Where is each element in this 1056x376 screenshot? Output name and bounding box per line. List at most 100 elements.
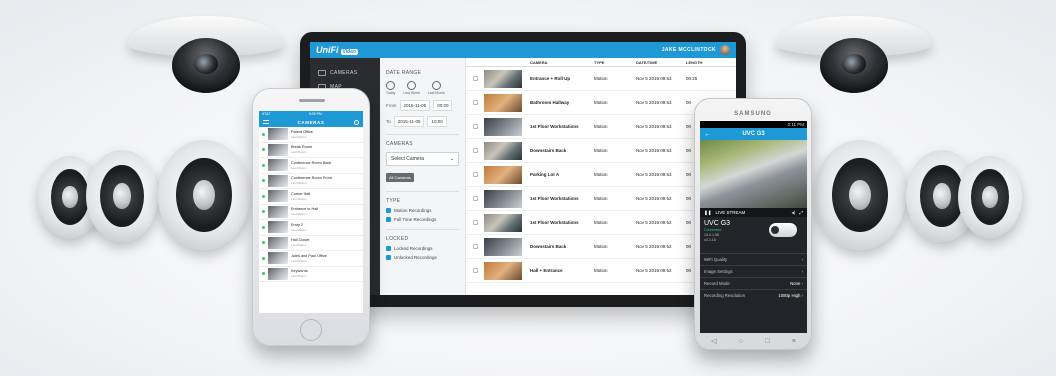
list-item[interactable]: Keywords Last Motion: [259, 267, 363, 282]
row-checkbox[interactable]: [473, 196, 478, 201]
fullscreen-icon[interactable]: ⤢: [799, 210, 803, 215]
list-item[interactable]: Corner Hall Last Motion: [259, 189, 363, 205]
quick-range-last-month[interactable]: Last Month: [428, 81, 445, 95]
settings-item[interactable]: Image Settings ›: [700, 265, 807, 277]
online-status-icon: [262, 256, 265, 260]
back-arrow-icon[interactable]: ←: [704, 131, 711, 138]
camera-thumbnail[interactable]: [268, 128, 288, 141]
camera-subtitle: Last Motion: [291, 258, 307, 263]
recording-thumbnail[interactable]: [484, 69, 522, 88]
clock-icon: [407, 81, 417, 90]
row-checkbox[interactable]: [473, 148, 478, 153]
cell-type: Motion: [594, 244, 608, 249]
row-checkbox[interactable]: [473, 172, 478, 177]
row-checkbox[interactable]: [473, 268, 478, 273]
camera-product-icon: [769, 223, 797, 237]
camera-subtitle: Last Motion: [291, 150, 307, 155]
camera-thumbnail[interactable]: [268, 252, 288, 265]
row-checkbox[interactable]: [473, 244, 478, 249]
user-menu[interactable]: JAKE MCCLINTOCK: [662, 45, 730, 55]
settings-item[interactable]: Recording Resolution 1080p High ›: [700, 289, 807, 301]
pause-icon[interactable]: ❚❚: [704, 210, 712, 216]
row-checkbox[interactable]: [473, 124, 478, 129]
gear-icon[interactable]: [354, 119, 359, 125]
recording-thumbnail[interactable]: [484, 117, 522, 136]
recording-thumbnail[interactable]: [484, 93, 522, 112]
checkbox-full-time-recordings[interactable]: Full Time Recordings: [386, 217, 459, 222]
menu-icon[interactable]: ≡: [792, 338, 796, 345]
camera-name: Hall Closet: [291, 238, 310, 243]
camera-thumbnail[interactable]: [268, 221, 288, 234]
row-checkbox[interactable]: [473, 76, 478, 81]
settings-item[interactable]: WiFi Quality ›: [700, 253, 807, 265]
app-header: UniFi Video JAKE MCCLINTOCK: [310, 42, 736, 58]
list-item[interactable]: Entrance to Hall Last Motion: [259, 205, 363, 220]
list-item[interactable]: Hall Closet Last Motion: [259, 236, 363, 251]
table-row[interactable]: Entrance + Roll Up Motion Nov 5 2015 09:53…: [466, 67, 736, 91]
sidebar-item-cameras[interactable]: CAMERAS: [310, 66, 380, 80]
live-video-feed[interactable]: [700, 140, 807, 208]
cell-datetime: Nov 5 2015 09:52: [636, 244, 672, 249]
to-time-input[interactable]: 10:00: [427, 116, 447, 127]
from-time-input[interactable]: 00:00: [433, 100, 453, 111]
recording-thumbnail[interactable]: [484, 261, 522, 280]
list-item[interactable]: Patent Office Last Motion: [259, 127, 363, 143]
quick-range-today[interactable]: Today: [386, 81, 395, 95]
quick-range-last-week[interactable]: Last Week: [403, 81, 420, 95]
cell-datetime: Nov 5 2015 09:52: [636, 196, 672, 201]
all-cameras-chip[interactable]: All Cameras: [386, 173, 414, 182]
cell-type: Motion: [594, 148, 608, 153]
camera-thumbnail[interactable]: [268, 159, 288, 172]
camera-thumbnail[interactable]: [268, 190, 288, 203]
camera-thumbnail[interactable]: [268, 267, 288, 280]
camera-name: Keywords: [291, 269, 308, 274]
firmware-version: v3.3.16: [704, 238, 716, 242]
settings-label: Record Mode: [704, 281, 730, 286]
date-range-heading: DATE RANGE: [386, 70, 422, 76]
checkbox-motion-recordings[interactable]: Motion Recordings: [386, 208, 459, 213]
avatar[interactable]: [720, 45, 730, 55]
to-date-input[interactable]: 2015-11-05: [393, 116, 425, 127]
settings-item[interactable]: Record Mode None ›: [700, 277, 807, 289]
camera-subtitle: Last Motion: [291, 243, 307, 248]
speaker-grille: [299, 99, 325, 102]
column-header-type[interactable]: TYPE: [594, 60, 636, 65]
camera-thumbnail[interactable]: [268, 205, 288, 218]
list-item[interactable]: Conference Room Front Last Motion: [259, 174, 363, 189]
recents-icon[interactable]: □: [765, 338, 769, 345]
cell-datetime: Nov 5 2015 09:52: [636, 220, 672, 225]
recording-thumbnail[interactable]: [484, 165, 522, 184]
row-checkbox[interactable]: [473, 100, 478, 105]
column-header-length[interactable]: LENGTH: [686, 60, 716, 65]
list-item[interactable]: Entry 2 Last Motion: [259, 220, 363, 236]
camera-thumbnail[interactable]: [268, 143, 288, 156]
list-item[interactable]: Conference Room Back Last Motion: [259, 158, 363, 174]
volume-icon[interactable]: ◂): [792, 210, 796, 216]
home-button[interactable]: [300, 319, 322, 341]
checkbox-unlocked-recordings[interactable]: Unlocked Recordings: [386, 255, 459, 260]
cell-datetime: Nov 5 2015 09:53: [636, 124, 672, 129]
locked-heading: LOCKED: [386, 236, 409, 242]
column-header-datetime[interactable]: DATE/TIME: [636, 60, 686, 65]
checkbox-locked-recordings[interactable]: Locked Recordings: [386, 246, 459, 251]
menu-icon[interactable]: [263, 120, 269, 124]
recording-thumbnail[interactable]: [484, 141, 522, 160]
online-status-icon: [262, 132, 265, 136]
unifi-logo[interactable]: UniFi Video: [316, 45, 359, 55]
camera-thumbnail[interactable]: [268, 236, 288, 249]
from-date-input[interactable]: 2015-11-05: [399, 100, 431, 111]
cell-datetime: Nov 5 2015 09:53: [636, 148, 672, 153]
recording-thumbnail[interactable]: [484, 189, 522, 208]
camera-thumbnail[interactable]: [268, 174, 288, 187]
row-checkbox[interactable]: [473, 220, 478, 225]
home-icon[interactable]: ○: [739, 338, 743, 345]
list-item[interactable]: Jules and Paul Office Last Motion: [259, 251, 363, 267]
mobile-app-header: CAMERAS: [259, 117, 363, 127]
recording-thumbnail[interactable]: [484, 213, 522, 232]
list-item[interactable]: Break Room Last Motion: [259, 143, 363, 158]
select-camera-dropdown[interactable]: Select Camera ⌄: [386, 152, 459, 166]
recording-thumbnail[interactable]: [484, 237, 522, 256]
column-header-camera[interactable]: CAMERA: [530, 60, 594, 65]
back-icon[interactable]: ◁: [711, 337, 716, 345]
camera-name: Conference Room Front: [291, 176, 332, 181]
